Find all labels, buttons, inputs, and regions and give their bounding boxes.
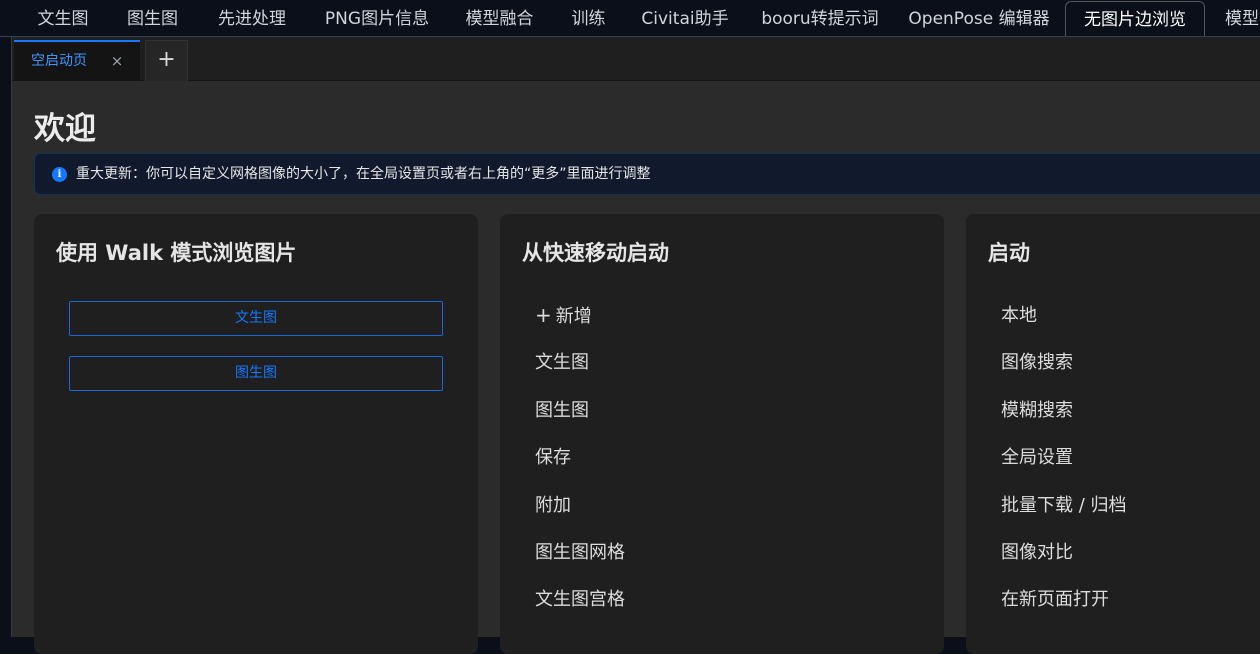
launch-item-image-search[interactable]: 图像搜索: [988, 339, 1127, 386]
launch-item-batch-download[interactable]: 批量下载 / 归档: [988, 482, 1127, 529]
walk-mode-card: 使用 Walk 模式浏览图片 文生图 图生图: [34, 214, 478, 654]
tab-train[interactable]: 训练: [552, 0, 625, 36]
launch-item-global-settings[interactable]: 全局设置: [988, 434, 1127, 481]
quick-move-item-img2img-grid[interactable]: 图生图网格: [522, 529, 625, 576]
tab-png-info[interactable]: PNG图片信息: [307, 0, 447, 36]
update-alert: i 重大更新：你可以自定义网格图像的大小了，在全局设置页或者右上角的“更多”里面…: [34, 153, 1260, 195]
quick-move-item-img2img[interactable]: 图生图: [522, 387, 625, 434]
sub-tab-bar: 空启动页 × +: [12, 37, 1260, 81]
tab-openpose-editor[interactable]: OpenPose 编辑器: [896, 0, 1062, 36]
info-circle-icon: i: [52, 167, 67, 182]
sub-tab-label: 空启动页: [31, 53, 87, 69]
quick-move-card-title: 从快速移动启动: [522, 241, 669, 265]
plus-icon: +: [535, 303, 552, 327]
app-frame: 空启动页 × + 欢迎 i 重大更新：你可以自定义网格图像的大小了，在全局设置页…: [11, 37, 1260, 654]
tab-extras[interactable]: 先进处理: [198, 0, 306, 36]
launch-list: 本地 图像搜索 模糊搜索 全局设置 批量下载 / 归档 图像对比 在新页面打开: [988, 292, 1127, 624]
tab-infinite-image-browsing[interactable]: 无图片边浏览: [1065, 1, 1205, 36]
quick-move-item-save[interactable]: 保存: [522, 434, 625, 481]
main-tab-bar: 文生图 图生图 先进处理 PNG图片信息 模型融合 训练 Civitai助手 b…: [0, 0, 1260, 37]
tab-models[interactable]: 模型: [1207, 0, 1260, 36]
walk-img2img-button[interactable]: 图生图: [69, 356, 443, 391]
launch-card: 启动 本地 图像搜索 模糊搜索 全局设置 批量下载 / 归档 图像对比 在新页面…: [966, 214, 1260, 654]
tab-booru-prompt[interactable]: booru转提示词: [745, 0, 895, 36]
close-icon[interactable]: ×: [110, 42, 124, 80]
launch-item-image-compare[interactable]: 图像对比: [988, 529, 1127, 576]
quick-move-item-extras[interactable]: 附加: [522, 482, 625, 529]
tab-model-merge[interactable]: 模型融合: [448, 0, 551, 36]
walk-txt2img-button[interactable]: 文生图: [69, 301, 443, 336]
plus-icon[interactable]: +: [145, 40, 188, 81]
sub-tab-empty-start-page[interactable]: 空启动页 ×: [14, 40, 140, 81]
quick-move-item-txt2img-grid[interactable]: 文生图宫格: [522, 576, 625, 623]
quick-move-list: + 新增 文生图 图生图 保存 附加 图生图网格 文生图宫格: [522, 292, 625, 624]
quick-move-add-label: 新增: [555, 306, 592, 327]
launch-item-local[interactable]: 本地: [988, 292, 1127, 339]
quick-move-add-item[interactable]: + 新增: [522, 292, 625, 339]
quick-move-card: 从快速移动启动 + 新增 文生图 图生图 保存 附加 图生图网格 文生图宫格: [500, 214, 944, 654]
page-title: 欢迎: [34, 111, 96, 147]
tab-civitai-helper[interactable]: Civitai助手: [626, 0, 744, 36]
tab-txt2img[interactable]: 文生图: [19, 0, 107, 36]
launch-item-fuzzy-search[interactable]: 模糊搜索: [988, 387, 1127, 434]
quick-move-item-txt2img[interactable]: 文生图: [522, 339, 625, 386]
alert-message: 重大更新：你可以自定义网格图像的大小了，在全局设置页或者右上角的“更多”里面进行…: [76, 166, 651, 182]
launch-card-title: 启动: [988, 241, 1030, 265]
tab-img2img[interactable]: 图生图: [108, 0, 197, 36]
launch-item-open-new-page[interactable]: 在新页面打开: [988, 576, 1127, 623]
walk-card-title: 使用 Walk 模式浏览图片: [56, 241, 297, 265]
